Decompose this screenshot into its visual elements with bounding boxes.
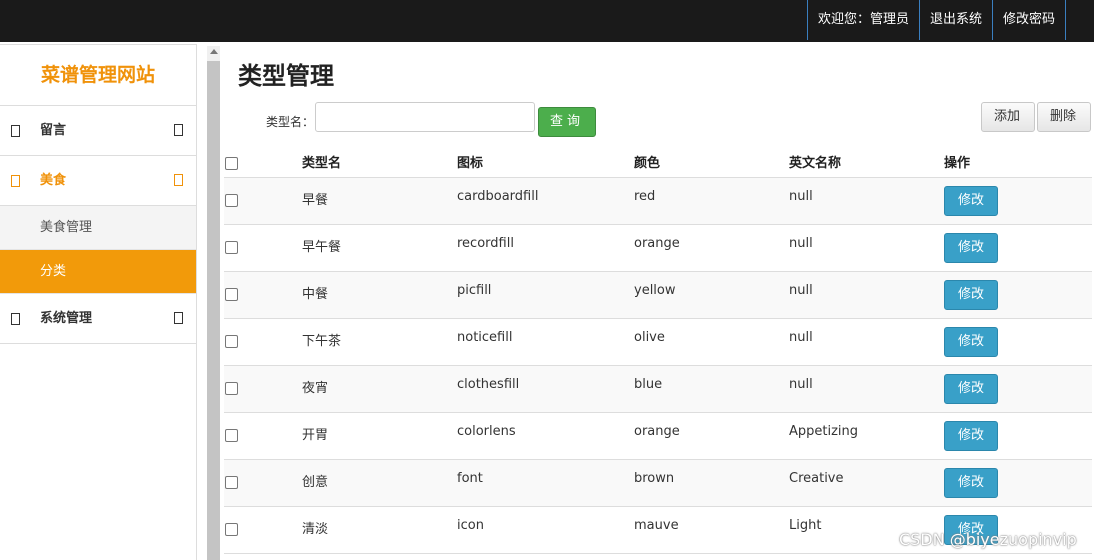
cell-type-name: 清淡 bbox=[302, 522, 329, 537]
content-scrollbar[interactable] bbox=[207, 46, 220, 560]
sidebar-item-food[interactable]: 美食 bbox=[0, 156, 196, 206]
cell-icon: recordfill bbox=[457, 236, 514, 251]
cell-type-name: 下午茶 bbox=[302, 334, 342, 349]
cell-english-name: Appetizing bbox=[789, 424, 859, 439]
table-row: 创意 font brown Creative 修改 bbox=[224, 460, 1092, 507]
header-english-name: 英文名称 bbox=[789, 156, 842, 171]
type-table: 类型名 图标 颜色 英文名称 操作 早餐 cardboardfill red n… bbox=[224, 142, 1092, 554]
edit-button[interactable]: 修改 bbox=[944, 186, 998, 216]
cell-english-name: null bbox=[789, 189, 813, 204]
delete-button[interactable]: 删除 bbox=[1037, 102, 1091, 132]
cell-type-name: 早餐 bbox=[302, 193, 329, 208]
watermark: CSDN @biyezuopinvip bbox=[899, 530, 1077, 549]
select-all-checkbox[interactable] bbox=[225, 157, 238, 170]
cell-color: mauve bbox=[634, 518, 679, 533]
row-checkbox[interactable] bbox=[225, 429, 238, 442]
cell-icon: icon bbox=[457, 518, 484, 533]
sidebar-item-system[interactable]: 系统管理 bbox=[0, 294, 196, 344]
sidebar-subitem-food-management[interactable]: 美食管理 bbox=[0, 206, 196, 250]
cell-color: orange bbox=[634, 236, 680, 251]
row-checkbox[interactable] bbox=[225, 382, 238, 395]
search-button[interactable]: 查询 bbox=[538, 107, 596, 137]
expand-icon bbox=[174, 312, 183, 324]
sidebar-item-label: 留言 bbox=[40, 123, 67, 138]
edit-button[interactable]: 修改 bbox=[944, 327, 998, 357]
scroll-up-arrow-icon[interactable] bbox=[210, 49, 218, 54]
menu-icon bbox=[11, 175, 20, 187]
table-row: 早餐 cardboardfill red null 修改 bbox=[224, 178, 1092, 225]
add-button[interactable]: 添加 bbox=[981, 102, 1035, 132]
table-row: 开胃 colorlens orange Appetizing 修改 bbox=[224, 413, 1092, 460]
cell-type-name: 早午餐 bbox=[302, 240, 342, 255]
sidebar-item-label: 美食 bbox=[40, 173, 67, 188]
row-checkbox[interactable] bbox=[225, 523, 238, 536]
row-checkbox[interactable] bbox=[225, 194, 238, 207]
cell-type-name: 创意 bbox=[302, 475, 329, 490]
header-icon: 图标 bbox=[457, 156, 484, 171]
edit-button[interactable]: 修改 bbox=[944, 421, 998, 451]
cell-color: olive bbox=[634, 330, 665, 345]
cell-english-name: null bbox=[789, 330, 813, 345]
cell-color: yellow bbox=[634, 283, 676, 298]
edit-button[interactable]: 修改 bbox=[944, 233, 998, 263]
cell-english-name: null bbox=[789, 283, 813, 298]
expand-icon bbox=[174, 124, 183, 136]
page-title: 类型管理 bbox=[238, 62, 334, 90]
sidebar-item-messages[interactable]: 留言 bbox=[0, 106, 196, 156]
cell-icon: font bbox=[457, 471, 483, 486]
scroll-thumb[interactable] bbox=[207, 61, 220, 560]
header-color: 颜色 bbox=[634, 156, 661, 171]
cell-english-name: Creative bbox=[789, 471, 844, 486]
sidebar-item-label: 系统管理 bbox=[40, 311, 93, 326]
cell-english-name: Light bbox=[789, 518, 822, 533]
cell-type-name: 开胃 bbox=[302, 428, 329, 443]
type-name-search-input[interactable] bbox=[315, 102, 535, 132]
sidebar-subitem-category[interactable]: 分类 bbox=[0, 250, 196, 294]
cell-english-name: null bbox=[789, 236, 813, 251]
table-header: 类型名 图标 颜色 英文名称 操作 bbox=[224, 142, 1092, 178]
edit-button[interactable]: 修改 bbox=[944, 374, 998, 404]
welcome-text: 欢迎您：管理员 bbox=[806, 0, 919, 40]
search-label: 类型名： bbox=[266, 115, 315, 129]
cell-type-name: 夜宵 bbox=[302, 381, 329, 396]
cell-type-name: 中餐 bbox=[302, 287, 329, 302]
cell-icon: clothesfill bbox=[457, 377, 520, 392]
row-checkbox[interactable] bbox=[225, 476, 238, 489]
cell-icon: picfill bbox=[457, 283, 492, 298]
cell-english-name: null bbox=[789, 377, 813, 392]
expand-icon bbox=[174, 174, 183, 186]
table-row: 下午茶 noticefill olive null 修改 bbox=[224, 319, 1092, 366]
edit-button[interactable]: 修改 bbox=[944, 280, 998, 310]
row-checkbox[interactable] bbox=[225, 335, 238, 348]
cell-icon: cardboardfill bbox=[457, 189, 539, 204]
sidebar: 菜谱管理网站 留言 美食 美食管理 分类 系统管理 bbox=[0, 44, 197, 560]
header-actions: 操作 bbox=[944, 156, 971, 171]
menu-icon bbox=[11, 313, 20, 325]
row-checkbox[interactable] bbox=[225, 241, 238, 254]
edit-button[interactable]: 修改 bbox=[944, 468, 998, 498]
cell-icon: noticefill bbox=[457, 330, 513, 345]
menu-icon bbox=[11, 125, 20, 137]
change-password-link[interactable]: 修改密码 bbox=[991, 0, 1066, 40]
table-row: 中餐 picfill yellow null 修改 bbox=[224, 272, 1092, 319]
cell-color: red bbox=[634, 189, 656, 204]
main-content: 类型管理 类型名： 查询 添加 删除 类型名 图标 颜色 英文名称 操作 早餐 … bbox=[224, 46, 1094, 560]
site-brand: 菜谱管理网站 bbox=[0, 45, 196, 106]
top-bar: 欢迎您：管理员 退出系统 修改密码 bbox=[0, 0, 1094, 42]
row-checkbox[interactable] bbox=[225, 288, 238, 301]
cell-color: blue bbox=[634, 377, 663, 392]
logout-link[interactable]: 退出系统 bbox=[918, 0, 992, 40]
cell-color: orange bbox=[634, 424, 680, 439]
header-type-name: 类型名 bbox=[302, 156, 342, 171]
cell-icon: colorlens bbox=[457, 424, 516, 439]
top-nav: 欢迎您：管理员 退出系统 修改密码 bbox=[806, 0, 1066, 40]
cell-color: brown bbox=[634, 471, 675, 486]
table-row: 早午餐 recordfill orange null 修改 bbox=[224, 225, 1092, 272]
table-row: 夜宵 clothesfill blue null 修改 bbox=[224, 366, 1092, 413]
